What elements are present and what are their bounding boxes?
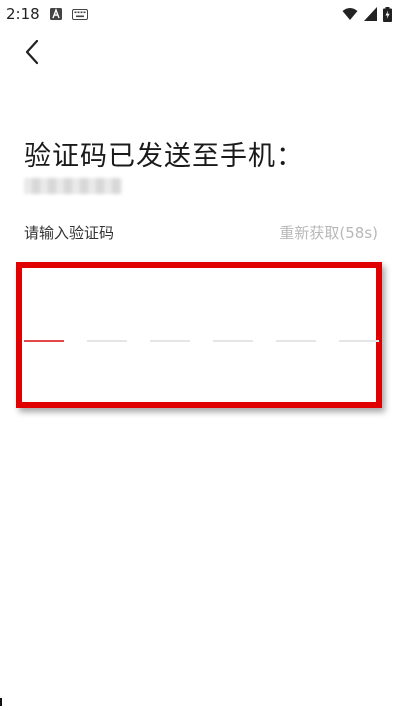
code-slot-5[interactable] xyxy=(276,340,316,342)
code-slot-1[interactable] xyxy=(24,340,64,342)
battery-charging-icon xyxy=(383,6,392,22)
keyboard-icon xyxy=(71,8,88,20)
signal-icon xyxy=(364,7,377,21)
phone-number-masked xyxy=(24,178,122,194)
verification-code-input[interactable] xyxy=(16,262,382,408)
code-slot-6[interactable] xyxy=(339,340,379,342)
wifi-icon xyxy=(342,8,358,20)
back-button[interactable] xyxy=(14,34,50,70)
resend-code-button[interactable]: 重新获取(58s) xyxy=(279,222,378,243)
status-time: 2:18 xyxy=(6,5,40,23)
edge-marker xyxy=(0,698,2,706)
code-slot-4[interactable] xyxy=(213,340,253,342)
status-bar: 2:18 xyxy=(0,0,400,28)
a-notification-icon xyxy=(49,8,62,20)
code-slot-2[interactable] xyxy=(87,340,127,342)
code-slot-3[interactable] xyxy=(150,340,190,342)
chevron-left-icon xyxy=(25,39,39,65)
page-title: 验证码已发送至手机： xyxy=(24,141,304,172)
code-prompt: 请输入验证码 xyxy=(24,224,115,242)
